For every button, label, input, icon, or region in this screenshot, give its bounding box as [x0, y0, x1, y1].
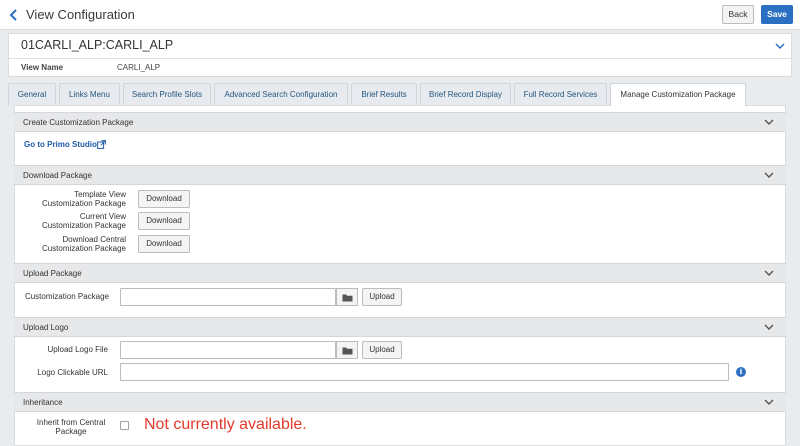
browse-button[interactable]	[336, 341, 358, 359]
chevron-down-icon[interactable]	[764, 270, 774, 277]
section-title: Inheritance	[23, 398, 63, 407]
folder-icon	[342, 294, 353, 302]
logo-url-label: Logo Clickable URL	[37, 368, 108, 377]
primo-studio-link[interactable]: Go to Primo Studio	[24, 140, 97, 149]
browse-button[interactable]	[336, 288, 358, 306]
tab-general[interactable]: General	[8, 83, 56, 105]
label-line: Customization Package	[41, 199, 126, 208]
section-title: Create Customization Package	[23, 118, 134, 127]
chevron-down-icon[interactable]	[764, 324, 774, 331]
section-inheritance-header[interactable]: Inheritance	[14, 392, 786, 412]
label-line: Current View	[79, 212, 126, 221]
upload-logo-button[interactable]: Upload	[362, 341, 402, 359]
current-view-label: Current View Customization Package	[14, 212, 126, 230]
label-line: Package	[55, 427, 87, 436]
top-bar: View Configuration Back Save	[0, 0, 800, 30]
record-header: 01CARLI_ALP:CARLI_ALP View Name CARLI_AL…	[8, 33, 793, 77]
label-line: Customization Package	[41, 244, 126, 253]
section-title: Upload Package	[23, 269, 82, 278]
label-line: Inherit from Central	[36, 418, 106, 427]
label-line: Template View	[74, 190, 126, 199]
tab-brief-results[interactable]: Brief Results	[351, 83, 417, 105]
download-current-button[interactable]: Download	[138, 212, 190, 230]
tab-search-profile-slots[interactable]: Search Profile Slots	[123, 83, 211, 105]
download-central-button[interactable]: Download	[138, 235, 190, 253]
chevron-down-icon[interactable]	[775, 42, 785, 50]
inherit-checkbox[interactable]	[120, 421, 129, 430]
logo-url-input[interactable]	[120, 363, 729, 381]
chevron-down-icon[interactable]	[764, 119, 774, 126]
label-line: Download Central	[62, 235, 126, 244]
customization-package-label: Customization Package	[24, 292, 109, 301]
customization-package-input[interactable]	[120, 288, 336, 306]
external-link-icon[interactable]	[97, 140, 106, 149]
section-title: Download Package	[23, 171, 92, 180]
page-title: View Configuration	[26, 7, 135, 22]
tab-full-record-services[interactable]: Full Record Services	[514, 83, 607, 105]
upload-logo-file-label: Upload Logo File	[47, 345, 108, 354]
section-download-header[interactable]: Download Package	[14, 165, 786, 185]
inherit-central-label: Inherit from Central Package	[30, 418, 112, 436]
central-package-label: Download Central Customization Package	[14, 235, 126, 253]
tab-links-menu[interactable]: Links Menu	[59, 83, 120, 105]
tab-manage-customization-package[interactable]: Manage Customization Package	[610, 83, 746, 106]
not-available-note: Not currently available.	[144, 416, 307, 433]
chevron-left-icon[interactable]	[8, 8, 20, 22]
section-title: Upload Logo	[23, 323, 69, 332]
record-id: 01CARLI_ALP:CARLI_ALP	[21, 38, 174, 52]
back-button[interactable]: Back	[722, 5, 754, 24]
tab-advanced-search-configuration[interactable]: Advanced Search Configuration	[214, 83, 348, 105]
template-view-label: Template View Customization Package	[14, 190, 126, 208]
info-icon[interactable]: i	[736, 367, 746, 377]
divider	[9, 58, 793, 59]
section-upload-package-header[interactable]: Upload Package	[14, 263, 786, 283]
chevron-down-icon[interactable]	[764, 399, 774, 406]
section-upload-logo-header[interactable]: Upload Logo	[14, 317, 786, 337]
save-button[interactable]: Save	[761, 5, 793, 24]
download-template-button[interactable]: Download	[138, 190, 190, 208]
chevron-down-icon[interactable]	[764, 172, 774, 179]
upload-package-button[interactable]: Upload	[362, 288, 402, 306]
tab-brief-record-display[interactable]: Brief Record Display	[420, 83, 511, 105]
view-name-label: View Name	[21, 63, 64, 72]
section-create-header[interactable]: Create Customization Package	[14, 112, 786, 132]
logo-file-input[interactable]	[120, 341, 336, 359]
label-line: Customization Package	[41, 221, 126, 230]
folder-icon	[342, 347, 353, 355]
view-name-value: CARLI_ALP	[117, 63, 161, 72]
